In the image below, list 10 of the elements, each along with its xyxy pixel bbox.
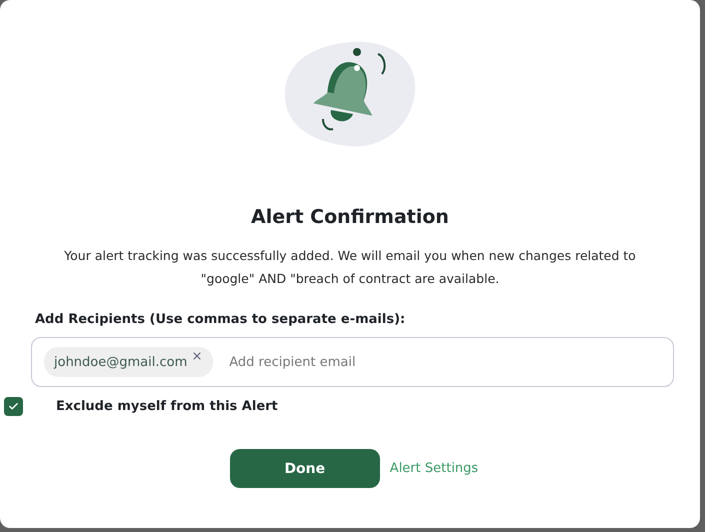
dialog-title: Alert Confirmation	[251, 206, 449, 228]
confirmation-message: Your alert tracking was successfully added. We will email you when new changes related to "google" AND "breach of contract are available.	[63, 247, 637, 288]
recipient-email: johndoe@gmail.com	[54, 354, 188, 370]
exclude-label: Exclude myself from this Alert	[56, 399, 278, 414]
exclude-checkbox[interactable]	[4, 397, 23, 416]
done-button[interactable]: Done	[230, 449, 380, 488]
check-icon	[8, 401, 19, 412]
remove-icon[interactable]	[191, 350, 204, 362]
recipients-label: Add Recipients (Use commas to separate e-mails):	[35, 312, 406, 327]
alert-settings-link[interactable]: Alert Settings	[390, 461, 478, 476]
